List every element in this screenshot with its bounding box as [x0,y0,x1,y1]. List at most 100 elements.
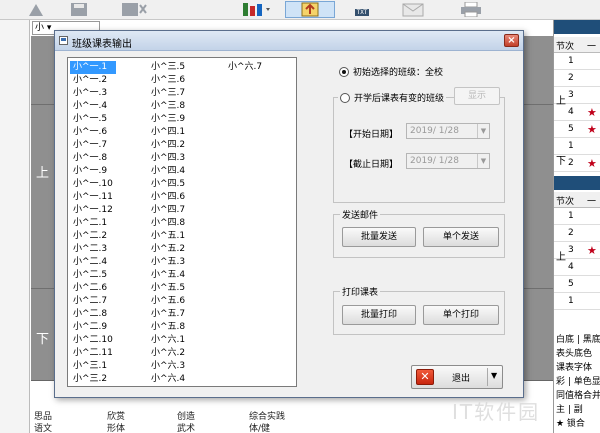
class-list-item[interactable]: 小^五.6 [148,295,188,308]
class-list-item[interactable]: 小^六.4 [148,373,188,386]
class-list-item[interactable]: 小^四.2 [148,139,188,152]
class-list-item[interactable]: 小^四.5 [148,178,188,191]
lock-star-icon: ★ [587,157,597,170]
class-list-item[interactable]: 小^四.1 [148,126,188,139]
class-list-item[interactable]: 小^三.2 [70,373,116,386]
radio-initial-classes[interactable]: 初始选择的班级：全校 [339,65,443,78]
close-button[interactable]: × [504,34,519,47]
class-list-item[interactable]: 小^六.7 [225,61,265,74]
class-schedule-output-icon[interactable] [285,1,335,18]
start-date-label: 【开始日期】 [344,130,399,140]
email-icon[interactable] [400,1,426,18]
save-icon[interactable] [68,1,90,18]
class-list-item[interactable]: 小^二.10 [70,334,116,347]
merge-cells-option[interactable]: 同值格合并 [556,388,600,401]
schedule-font-option[interactable]: 课表字体 [556,360,592,373]
batch-print-button[interactable]: 批量打印 [342,305,416,325]
exit-button[interactable]: ✕ 退出 ▼ [411,365,503,389]
period-row[interactable]: 5 ★ [554,122,600,138]
class-list-item[interactable]: 小^一.11 [70,191,116,204]
class-list-item[interactable]: 小^一.2 [70,74,116,87]
class-list-item[interactable]: 小^四.4 [148,165,188,178]
class-list-item[interactable]: 小^五.1 [148,230,188,243]
class-list-item[interactable]: 小^二.9 [70,321,116,334]
single-print-button[interactable]: 单个打印 [423,305,499,325]
class-listbox[interactable]: 小^一.1 小^一.2 小^一.3 小^一.4 小^一.5 小^一.6 小^一.7 小^一.8… [67,57,297,387]
class-selector-value: 小 [35,23,45,33]
class-list-item[interactable]: 小^四.8 [148,217,188,230]
bg-color-toggle[interactable]: 白底 | 黑底 [556,332,600,345]
class-list-item[interactable]: 小^四.3 [148,152,188,165]
period-row[interactable]: 1 [554,54,600,70]
class-list-item[interactable]: 小^六.2 [148,347,188,360]
class-list-item[interactable]: 小^一.12 [70,204,116,217]
start-date-picker[interactable]: 2019/ 1/28 ▼ [406,123,490,139]
color-mode-toggle[interactable]: 彩 | 单色显 [556,374,600,387]
class-list-item[interactable]: 小^二.3 [70,243,116,256]
header-color-option[interactable]: 表头底色 [556,346,592,359]
class-list-item[interactable]: 小^一.8 [70,152,116,165]
class-list-item[interactable]: 小^六.5 [148,386,188,387]
class-list-item[interactable]: 小^二.8 [70,308,116,321]
main-sub-toggle[interactable]: 主 | 副 [556,402,583,415]
batch-send-button[interactable]: 批量发送 [342,227,416,247]
class-list-item[interactable]: 小^一.9 [70,165,116,178]
class-list-item[interactable]: 小^二.4 [70,256,116,269]
dialog-titlebar[interactable]: 班级课表输出 × [55,31,523,51]
class-list-item[interactable]: 小^一.7 [70,139,116,152]
period-number: 4 [568,262,574,272]
print-icon[interactable] [457,1,485,18]
period-row[interactable]: 4 ★ [554,105,600,121]
class-list-item[interactable]: 小^五.8 [148,321,188,334]
lock-option[interactable]: ★ 锁合 [556,416,585,429]
class-list-item[interactable]: 小^二.2 [70,230,116,243]
class-list-item[interactable]: 小^一.4 [70,100,116,113]
period-row[interactable]: 2 [554,226,600,242]
class-list-item[interactable]: 小^五.7 [148,308,188,321]
chevron-down-icon[interactable]: ▼ [491,371,497,380]
class-list-item[interactable]: 小^三.9 [148,113,188,126]
chevron-down-icon[interactable]: ▼ [477,124,489,138]
period-row[interactable]: 1 [554,294,600,310]
class-list-item[interactable]: 小^五.2 [148,243,188,256]
class-list-item[interactable]: 小^五.5 [148,282,188,295]
show-button[interactable]: 显示 [454,87,500,105]
period-number: 5 [568,124,574,134]
class-list-item[interactable]: 小^三.6 [148,74,188,87]
class-list-item[interactable]: 小^二.6 [70,282,116,295]
period-row[interactable]: 2 [554,71,600,87]
class-list-item[interactable]: 小^一.10 [70,178,116,191]
class-list-item[interactable]: 小^三.7 [148,87,188,100]
period-number: 2 [568,158,574,168]
period-number: 1 [568,211,574,221]
class-list-item[interactable]: 小^一.1 [70,61,116,74]
end-date-picker[interactable]: 2019/ 1/28 ▼ [406,153,490,169]
class-list-item[interactable]: 小^二.5 [70,269,116,282]
class-list-item[interactable]: 小^六.1 [148,334,188,347]
class-list-item[interactable]: 小^三.8 [148,100,188,113]
class-list-item[interactable]: 小^一.5 [70,113,116,126]
radio-changed-classes[interactable]: 开学后课表有变的班级 [338,91,447,104]
radio-changed-label: 开学后课表有变的班级 [354,94,445,104]
class-list-item[interactable]: 小^三.1 [70,360,116,373]
class-list-item[interactable]: 小^四.6 [148,191,188,204]
class-list-item[interactable]: 小^三.3 [70,386,116,387]
class-list-item[interactable]: 小^六.3 [148,360,188,373]
class-list-item[interactable]: 小^二.7 [70,295,116,308]
class-list-item[interactable]: 小^五.4 [148,269,188,282]
class-list-item[interactable]: 小^五.3 [148,256,188,269]
period-row[interactable]: 1 [554,209,600,225]
class-list-item[interactable]: 小^一.3 [70,87,116,100]
single-send-button[interactable]: 单个发送 [423,227,499,247]
chevron-down-icon[interactable]: ▼ [477,154,489,168]
class-list-item[interactable]: 小^一.6 [70,126,116,139]
export-txt-icon[interactable]: TXT [350,1,374,18]
class-list-column: 小^三.5 小^三.6 小^三.7 小^三.8 小^三.9 小^四.1 小^四.2 小^四.3… [148,61,188,387]
schedule-tools-icon[interactable] [238,1,274,18]
delete-schedule-icon[interactable] [120,1,148,18]
class-list-item[interactable]: 小^四.7 [148,204,188,217]
class-list-item[interactable]: 小^二.1 [70,217,116,230]
class-list-item[interactable]: 小^二.11 [70,347,116,360]
period-row[interactable]: 5 [554,277,600,293]
class-list-item[interactable]: 小^三.5 [148,61,188,74]
